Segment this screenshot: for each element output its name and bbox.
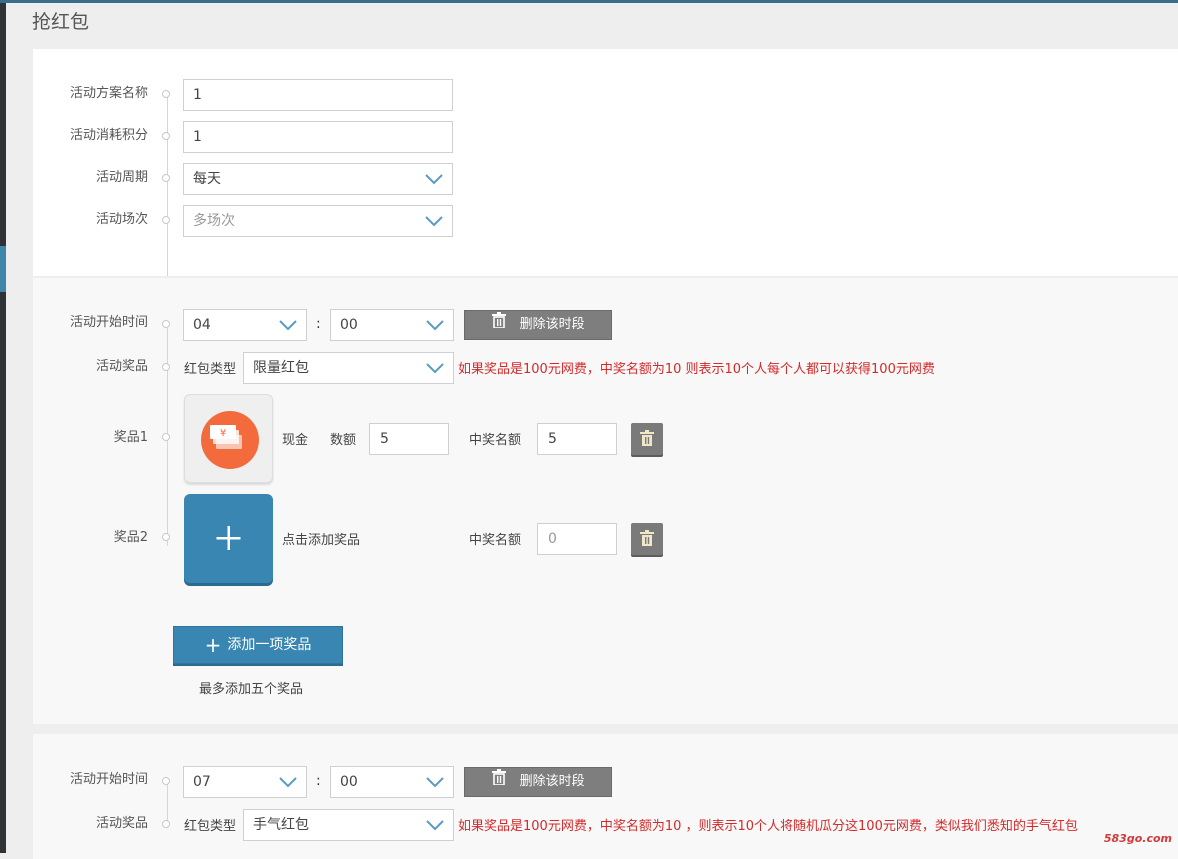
timeline-dot [162,533,170,541]
chevron-down-icon [279,776,297,788]
timeline-dot [162,174,170,182]
chevron-down-icon [426,776,444,788]
add-prize-tile[interactable] [184,494,273,583]
prize-section-label: 活动奖品 [95,359,148,374]
timeline-dot [162,777,170,785]
delete-slot-label: 删除该时段 [519,317,585,332]
prize-1-label: 奖品1 [113,430,148,445]
timeline-dot [162,132,170,140]
timeline-dot [162,320,170,328]
timeline-line [167,93,168,276]
page-title: 抢红包 [32,11,90,33]
prize-2-delete-button[interactable] [631,523,663,555]
start-minute-value: 00 [340,317,358,333]
prize-1-name: 现金 [282,433,309,448]
watermark: 583go.com [1103,832,1172,845]
activity-period-label: 活动周期 [95,170,148,185]
redpacket-type-label: 红包类型 [184,819,237,834]
prize-2-winners-label: 中奖名额 [469,533,522,548]
prize-2-winners-input[interactable]: 0 [537,523,617,555]
redpacket-type-value: 手气红包 [253,817,309,833]
delete-slot-button[interactable]: 删除该时段 [464,310,612,340]
trash-icon [491,768,507,796]
prize-2-label: 奖品2 [113,530,148,545]
redpacket-type-select[interactable]: 限量红包 [243,352,454,384]
trash-icon [640,530,654,546]
activity-period-value: 每天 [193,171,221,187]
redpacket-hint: 如果奖品是100元网费，中奖名额为10 ，则表示10个人将随机瓜分这100元网费… [458,819,1078,834]
cash-icon: ¥ [201,411,259,469]
add-prize-note: 最多添加五个奖品 [199,682,304,697]
activity-cost-label: 活动消耗积分 [69,128,148,143]
prize-1-qty-input[interactable]: 5 [369,423,449,455]
start-minute-select[interactable]: 00 [330,309,454,341]
prize-1-delete-button[interactable] [631,423,663,455]
chevron-down-icon [279,319,297,331]
plus-icon [216,526,241,550]
activity-session-label: 活动场次 [95,212,148,227]
start-minute-value: 00 [340,774,358,790]
trash-icon [640,430,654,446]
redpacket-type-value: 限量红包 [253,360,309,376]
time-colon: : [316,316,321,332]
start-hour-select[interactable]: 04 [183,309,307,341]
prize-1-qty-label: 数额 [330,433,357,448]
start-hour-select[interactable]: 07 [183,766,307,798]
activity-session-select[interactable]: 多场次 [183,205,453,237]
chevron-down-icon [425,215,443,227]
sidebar-active-marker [0,246,6,292]
delete-slot-button[interactable]: 删除该时段 [464,767,612,797]
trash-icon [491,311,507,339]
activity-cost-input[interactable]: 1 [183,121,453,153]
timeline-dot [162,433,170,441]
prize-2-name[interactable]: 点击添加奖品 [282,529,360,548]
start-hour-value: 04 [193,317,211,333]
top-accent-bar [0,0,1178,3]
start-minute-select[interactable]: 00 [330,766,454,798]
add-prize-button[interactable]: + 添加一项奖品 [173,626,343,664]
chevron-down-icon [426,362,444,374]
redpacket-type-label: 红包类型 [184,362,237,377]
svg-text:¥: ¥ [220,428,226,439]
add-prize-button-label: 添加一项奖品 [227,637,312,653]
activity-name-input[interactable]: 1 [183,79,453,111]
redpacket-hint: 如果奖品是100元网费，中奖名额为10 则表示10个人每个人都可以获得100元网… [458,362,935,377]
timeline-dot [162,90,170,98]
time-colon: : [316,773,321,789]
prize-1-image[interactable]: ¥ [184,394,273,483]
timeline-dot [162,820,170,828]
delete-slot-label: 删除该时段 [519,774,585,789]
activity-name-label: 活动方案名称 [69,86,148,101]
prize-1-winners-input[interactable]: 5 [537,423,617,455]
prize-section-label: 活动奖品 [95,816,148,831]
start-time-label: 活动开始时间 [69,315,148,330]
start-hour-value: 07 [193,774,211,790]
chevron-down-icon [426,319,444,331]
timeline-dot [162,363,170,371]
redpacket-type-select[interactable]: 手气红包 [243,809,454,841]
activity-session-placeholder: 多场次 [193,213,235,229]
plus-icon: + [204,633,222,657]
activity-period-select[interactable]: 每天 [183,163,453,195]
start-time-label: 活动开始时间 [69,772,148,787]
timeline-dot [162,216,170,224]
chevron-down-icon [426,819,444,831]
prize-1-winners-label: 中奖名额 [469,433,522,448]
chevron-down-icon [425,173,443,185]
